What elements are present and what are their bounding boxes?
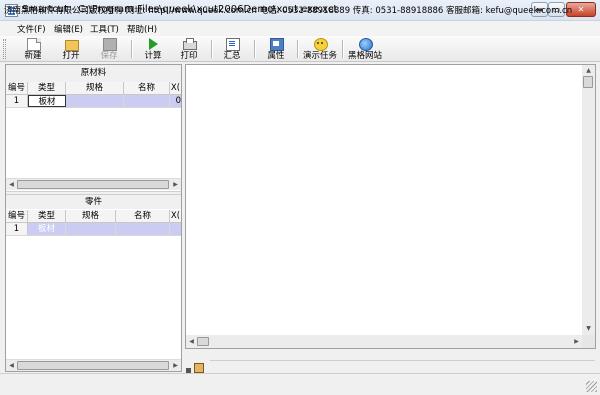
menu-tools[interactable]: 工具(T) xyxy=(90,23,119,35)
scroll-right-arrow-icon[interactable]: ▶ xyxy=(571,336,582,347)
cell-spec[interactable] xyxy=(66,95,124,107)
menu-file[interactable]: 文件(F) xyxy=(17,23,46,35)
resize-grip-icon[interactable] xyxy=(586,381,597,392)
parts-row[interactable]: 1 板材 xyxy=(6,223,181,236)
save-label: 保存 xyxy=(100,51,118,61)
left-panel: 原材料 编号 类型 规格 名称 X( 1 板材 0 ◀ ▶ 零件 编号 类型 规… xyxy=(5,64,182,372)
save-button[interactable]: 保存 xyxy=(92,37,126,61)
materials-horizontal-scrollbar[interactable]: ◀ ▶ xyxy=(6,178,181,190)
col-header-spec[interactable]: 规格 xyxy=(66,210,116,222)
scroll-thumb[interactable] xyxy=(17,361,169,370)
cell-spec[interactable] xyxy=(66,223,116,235)
status-copyright-text: 济南黑格软件有限公司版权所有 网址: http://www.queek.com.… xyxy=(4,6,573,16)
scroll-down-arrow-icon[interactable]: ▼ xyxy=(583,323,594,334)
toolbar-grip[interactable] xyxy=(3,39,6,59)
scroll-left-arrow-icon[interactable]: ◀ xyxy=(6,360,17,371)
toolbar-separator xyxy=(297,40,299,58)
col-header-name[interactable]: 名称 xyxy=(124,82,170,94)
page-tabs-strip xyxy=(185,350,596,372)
canvas-horizontal-scrollbar[interactable]: ◀ ▶ xyxy=(186,335,582,348)
toolbar-separator xyxy=(254,40,256,58)
new-button[interactable]: 新建 xyxy=(16,37,50,61)
calculate-label: 计算 xyxy=(144,51,162,61)
toolbar-separator xyxy=(131,40,133,58)
properties-label: 属性 xyxy=(267,51,285,61)
demo-task-button[interactable]: 演示任务 xyxy=(300,37,340,61)
col-header-x[interactable]: X( xyxy=(170,82,181,94)
parts-caption: 零件 xyxy=(6,195,181,209)
summary-label: 汇总 xyxy=(223,51,241,61)
col-header-x[interactable]: X( xyxy=(170,210,181,222)
toolbar-separator xyxy=(211,40,213,58)
cell-type[interactable]: 板材 xyxy=(28,95,66,107)
materials-row[interactable]: 1 板材 0 xyxy=(6,95,181,108)
print-label: 打印 xyxy=(180,51,198,61)
scroll-right-arrow-icon[interactable]: ▶ xyxy=(170,360,181,371)
calculate-button[interactable]: 计算 xyxy=(136,37,170,61)
scrollbar-corner xyxy=(582,335,595,348)
scroll-left-arrow-icon[interactable]: ◀ xyxy=(186,336,197,347)
parts-horizontal-scrollbar[interactable]: ◀ ▶ xyxy=(6,359,181,371)
layout-canvas[interactable] xyxy=(185,64,596,349)
scroll-thumb[interactable] xyxy=(17,180,169,189)
divider xyxy=(210,360,595,361)
summary-button[interactable]: 汇总 xyxy=(215,37,249,61)
col-header-num[interactable]: 编号 xyxy=(6,210,28,222)
materials-caption: 原材料 xyxy=(6,65,181,82)
scroll-thumb[interactable] xyxy=(197,337,209,346)
new-label: 新建 xyxy=(24,51,42,61)
menu-bar: 文件(F) 编辑(E) 工具(T) 帮助(H) xyxy=(0,21,600,36)
canvas-vertical-scrollbar[interactable]: ▲ ▼ xyxy=(582,65,595,348)
col-header-type[interactable]: 类型 xyxy=(28,82,66,94)
cell-x[interactable] xyxy=(170,223,181,235)
demo-task-label: 演示任务 xyxy=(302,51,337,61)
status-bar xyxy=(0,373,600,395)
materials-header: 编号 类型 规格 名称 X( xyxy=(6,82,181,95)
scroll-right-arrow-icon[interactable]: ▶ xyxy=(170,179,181,190)
toolbar: 新建 打开 保存 计算 打印 汇总 属性 演示任务 黑格网站 xyxy=(0,36,600,62)
toolbar-separator xyxy=(342,40,344,58)
row-number[interactable]: 1 xyxy=(6,223,28,235)
print-button[interactable]: 打印 xyxy=(172,37,206,61)
scroll-up-arrow-icon[interactable]: ▲ xyxy=(583,65,594,76)
sheet-tab-icon[interactable] xyxy=(194,363,204,373)
website-label: 黑格网站 xyxy=(347,51,382,61)
scroll-left-arrow-icon[interactable]: ◀ xyxy=(6,179,17,190)
cell-name[interactable] xyxy=(116,223,170,235)
col-header-name[interactable]: 名称 xyxy=(116,210,170,222)
menu-help[interactable]: 帮助(H) xyxy=(127,23,157,35)
open-label: 打开 xyxy=(62,51,80,61)
cell-type[interactable]: 板材 xyxy=(28,223,66,235)
row-number[interactable]: 1 xyxy=(6,95,28,107)
scroll-thumb[interactable] xyxy=(583,76,593,88)
properties-button[interactable]: 属性 xyxy=(259,37,293,61)
menu-edit[interactable]: 编辑(E) xyxy=(54,23,83,35)
parts-header: 编号 类型 规格 名称 X( xyxy=(6,210,181,223)
cell-name[interactable] xyxy=(124,95,170,107)
cell-x[interactable]: 0 xyxy=(170,95,181,107)
col-header-spec[interactable]: 规格 xyxy=(66,82,124,94)
website-button[interactable]: 黑格网站 xyxy=(345,37,385,61)
col-header-type[interactable]: 类型 xyxy=(28,210,66,222)
open-button[interactable]: 打开 xyxy=(54,37,88,61)
col-header-num[interactable]: 编号 xyxy=(6,82,28,94)
